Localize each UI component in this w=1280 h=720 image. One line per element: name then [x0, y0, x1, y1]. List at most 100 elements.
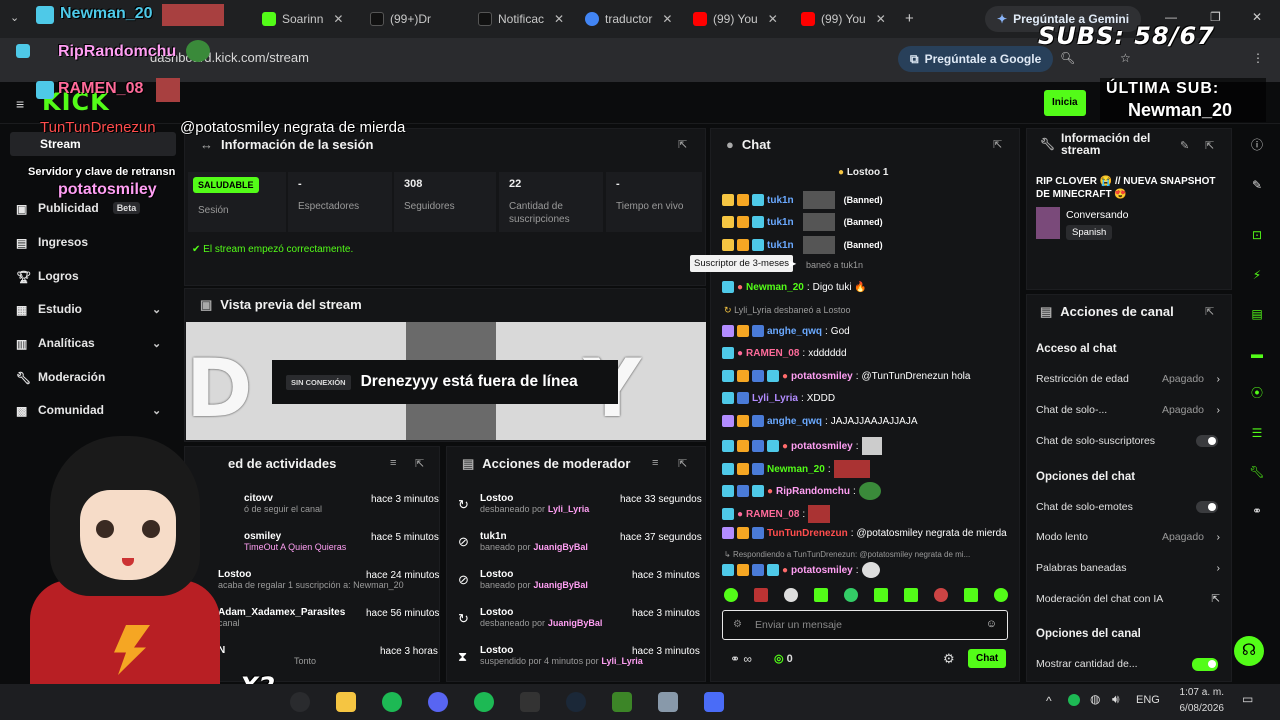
emote-icon[interactable]	[904, 588, 918, 602]
connection-icon[interactable]: ⚭	[1248, 502, 1266, 520]
close-icon[interactable]: ✕	[554, 12, 564, 26]
ask-google-button[interactable]: ⧉ Pregúntale a Google	[898, 46, 1054, 72]
chat-input-placeholder[interactable]: Enviar un mensaje	[755, 619, 842, 631]
chat-username[interactable]: RAMEN_08	[746, 348, 799, 359]
minecraft-taskbar-icon[interactable]	[612, 692, 632, 712]
sidebar-item-publicidad[interactable]: ▣ Publicidad Beta	[16, 201, 141, 216]
send-chat-button[interactable]: Chat	[968, 649, 1007, 668]
close-icon[interactable]: ✕	[768, 12, 778, 26]
ai-moderation-row[interactable]: Moderación del chat con IA ⇱	[1036, 593, 1222, 605]
volume-icon[interactable]: 🔊︎	[1112, 692, 1120, 707]
chat-username[interactable]: tuk1n	[767, 240, 794, 251]
info-circle-icon[interactable]: ⓘ	[1248, 136, 1266, 154]
popout-icon[interactable]: ⇱	[678, 138, 687, 151]
chat-username[interactable]: anghe_qwq	[767, 416, 822, 427]
emote-icon[interactable]	[814, 588, 828, 602]
sidebar-item-comunidad[interactable]: ▩ Comunidad ⌄	[16, 403, 161, 418]
slow-mode-row[interactable]: Modo lento Apagado ›	[1036, 531, 1222, 543]
chat-username[interactable]: Lyli_Lyria	[734, 305, 771, 315]
help-headset-icon[interactable]: ☊	[1234, 636, 1264, 666]
emote-icon[interactable]	[754, 588, 768, 602]
chat-username[interactable]: tuk1n	[767, 217, 794, 228]
chat-username[interactable]: potatosmiley	[791, 441, 853, 452]
broadcast-icon[interactable]: ⦿	[1248, 384, 1266, 402]
popout-icon[interactable]: ⇱	[1205, 139, 1214, 152]
emote-icon[interactable]	[784, 588, 798, 602]
browser-tab[interactable]: Notificac ✕	[478, 6, 568, 32]
bolt-icon[interactable]: ⚡︎	[1248, 266, 1266, 284]
channel-points[interactable]: ◎ 0	[774, 652, 793, 665]
zoom-icon[interactable]: 🔍︎	[1060, 51, 1075, 65]
close-icon[interactable]: ✕	[876, 12, 886, 26]
filter-icon[interactable]: ≡	[390, 457, 396, 469]
edit-pencil-icon[interactable]: ✎	[1180, 139, 1189, 152]
browser-tab[interactable]: Soarinn ✕	[262, 6, 352, 32]
file-explorer-taskbar-icon[interactable]	[336, 692, 356, 712]
menu-dots-icon[interactable]: ⋮	[1252, 51, 1264, 65]
chat-username[interactable]: Lyli_Lyria	[752, 393, 798, 404]
chrome-app-taskbar-icon[interactable]	[704, 692, 724, 712]
keyboard-language[interactable]: ENG	[1136, 694, 1160, 706]
chat-username[interactable]: RipRandomchu	[776, 486, 850, 497]
chat-username[interactable]: potatosmiley	[791, 371, 853, 382]
emote-icon[interactable]	[964, 588, 978, 602]
close-icon[interactable]: ✕	[333, 12, 343, 26]
popout-icon[interactable]: ⇱	[415, 457, 424, 470]
browser-tab[interactable]: (99) You ✕	[693, 6, 793, 32]
obs-taskbar-icon[interactable]	[290, 692, 310, 712]
emote-icon[interactable]	[934, 588, 948, 602]
popout-icon[interactable]: ⇱	[1205, 305, 1214, 318]
emote-icon[interactable]	[724, 588, 738, 602]
spotify-taskbar-icon[interactable]	[474, 692, 494, 712]
chat-username[interactable]: RAMEN_08	[746, 509, 799, 520]
chat-icon[interactable]: ▬	[1248, 345, 1266, 363]
tray-chevron-icon[interactable]: ^	[1046, 694, 1052, 708]
hamburger-menu-icon[interactable]: ≡	[16, 96, 24, 112]
discord-taskbar-icon[interactable]	[428, 692, 448, 712]
clock-date[interactable]: 6/08/2026	[1172, 703, 1225, 714]
chat-username[interactable]: tuk1n	[767, 195, 794, 206]
browser-tab[interactable]: traductor ✕	[585, 6, 685, 32]
emote-icon[interactable]	[874, 588, 888, 602]
age-restriction-row[interactable]: Restricción de edad Apagado ›	[1036, 373, 1222, 385]
subscribers-only-toggle[interactable]	[1196, 435, 1218, 447]
window-close-icon[interactable]: ✕	[1252, 10, 1262, 24]
emotes-only-toggle[interactable]	[1196, 501, 1218, 513]
app-taskbar-icon[interactable]	[658, 692, 678, 712]
close-icon[interactable]: ✕	[662, 12, 672, 26]
notifications-icon[interactable]: ▭	[1242, 692, 1253, 706]
chat-username[interactable]: anghe_qwq	[767, 326, 822, 337]
target-icon[interactable]: ⊡	[1248, 226, 1266, 244]
document-icon[interactable]: ▤	[1248, 305, 1266, 323]
sidebar-item-ingresos[interactable]: ▤ Ingresos	[16, 235, 88, 250]
sidebar-item-logros[interactable]: 🏆︎ Logros	[16, 269, 79, 284]
connections-icon[interactable]: ⚭ ∞	[730, 652, 752, 666]
emote-icon[interactable]	[994, 588, 1008, 602]
popout-icon[interactable]: ⇱	[678, 457, 687, 470]
pencil-icon[interactable]: ✎	[1248, 176, 1266, 194]
tray-network-icon[interactable]: ◍	[1090, 692, 1100, 706]
chat-username[interactable]: TunTunDrenezun	[767, 528, 848, 539]
followers-only-row[interactable]: Chat de solo-... Apagado ›	[1036, 404, 1222, 416]
green-app-taskbar-icon[interactable]	[382, 692, 402, 712]
filter-icon[interactable]: ≡	[652, 457, 658, 469]
browser-tab[interactable]: (99) You ✕	[801, 6, 891, 32]
star-icon[interactable]: ☆	[1120, 51, 1131, 65]
category-name[interactable]: Conversando	[1066, 209, 1128, 221]
emote-icon[interactable]	[844, 588, 858, 602]
chat-username[interactable]: potatosmiley	[791, 565, 853, 576]
popout-icon[interactable]: ⇱	[993, 138, 1002, 151]
chat-username[interactable]: Newman_20	[746, 282, 804, 293]
emoji-icon[interactable]: ☺	[986, 618, 997, 630]
tray-app-icon[interactable]	[1068, 694, 1080, 706]
tab-list-chevron-icon[interactable]: ⌄	[10, 11, 19, 24]
steam-taskbar-icon[interactable]	[566, 692, 586, 712]
new-tab-icon[interactable]: +	[905, 10, 914, 27]
clock-time[interactable]: 1:07 a. m.	[1174, 687, 1224, 698]
start-stream-button[interactable]: Inicia	[1044, 90, 1086, 116]
epic-games-taskbar-icon[interactable]	[520, 692, 540, 712]
chat-username[interactable]: Newman_20	[767, 464, 825, 475]
server-icon[interactable]: ☰	[1248, 424, 1266, 442]
tool-icon[interactable]: 🔧︎	[1248, 463, 1266, 481]
chat-input-box[interactable]: ⚙ Enviar un mensaje ☺	[722, 610, 1008, 640]
